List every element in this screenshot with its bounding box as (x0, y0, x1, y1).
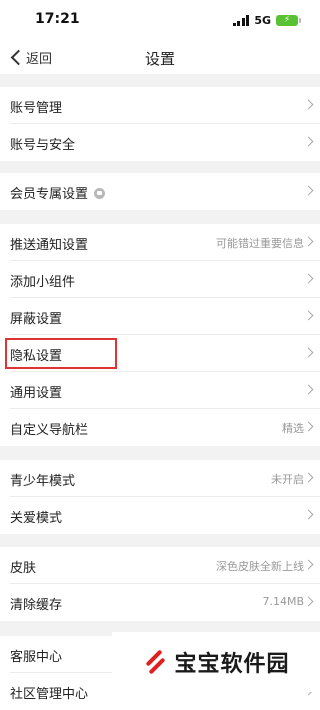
item-label: 通用设置 (10, 386, 63, 401)
item-label: 推送通知设置 (10, 238, 89, 253)
item-label: 清除缓存 (10, 598, 63, 613)
settings-item-custom-nav[interactable]: 自定义导航栏 精选 (0, 409, 320, 446)
item-label: 社区管理中心 (10, 687, 89, 702)
watermark: 宝宝软件园 (112, 632, 320, 692)
settings-item-skin[interactable]: 皮肤 深色皮肤全新上线 (0, 547, 320, 584)
item-label: 关爱模式 (10, 511, 63, 526)
settings-item-push-notifications[interactable]: 推送通知设置 可能错过重要信息 (0, 224, 320, 261)
settings-item-account-management[interactable]: 账号管理 (0, 87, 320, 124)
settings-item-block-settings[interactable]: 屏蔽设置 (0, 298, 320, 335)
chevron-right-icon (303, 310, 314, 321)
chevron-right-icon (303, 136, 314, 147)
settings-item-clear-cache[interactable]: 清除缓存 7.14MB (0, 584, 320, 621)
chevron-right-icon (303, 99, 314, 110)
watermark-text: 宝宝软件园 (174, 652, 290, 677)
item-label: 会员专属设置 (10, 183, 106, 202)
nav-bar: 返回 设置 (0, 40, 320, 74)
settings-item-account-security[interactable]: 账号与安全 (0, 124, 320, 161)
page-title: 设置 (144, 50, 175, 68)
chevron-right-icon (303, 236, 314, 247)
settings-item-care-mode[interactable]: 关爱模式 (0, 497, 320, 534)
battery-icon: ⚡ (276, 14, 301, 26)
chevron-right-icon (303, 472, 314, 483)
chevron-right-icon (303, 596, 314, 607)
item-label: 皮肤 (10, 561, 37, 576)
chevron-right-icon (303, 185, 314, 196)
settings-item-general[interactable]: 通用设置 (0, 372, 320, 409)
item-label: 账号管理 (10, 101, 63, 116)
chevron-right-icon (303, 559, 314, 570)
privacy-highlight-box (5, 338, 117, 369)
item-value: 7.14MB (262, 595, 304, 608)
item-label: 添加小组件 (10, 275, 76, 290)
item-value: 未开启 (271, 473, 304, 486)
watermark-logo-icon (142, 649, 166, 675)
item-label-text: 会员专属设置 (10, 187, 89, 202)
chevron-right-icon (303, 347, 314, 358)
chevron-right-icon (303, 509, 314, 520)
settings-item-teen-mode[interactable]: 青少年模式 未开启 (0, 460, 320, 497)
network-type: 5G (254, 13, 271, 27)
item-label: 屏蔽设置 (10, 312, 63, 327)
settings-item-member-settings[interactable]: 会员专属设置 (0, 173, 320, 210)
item-value: 可能错过重要信息 (216, 237, 304, 250)
item-value: 精选 (282, 422, 304, 435)
chevron-right-icon (303, 384, 314, 395)
settings-item-add-widget[interactable]: 添加小组件 (0, 261, 320, 298)
chevron-right-icon (303, 421, 314, 432)
item-label: 自定义导航栏 (10, 423, 89, 438)
member-badge-icon (94, 188, 106, 199)
status-icons: 5G ⚡ (232, 12, 301, 28)
item-label: 青少年模式 (10, 474, 76, 489)
signal-icon (232, 14, 250, 26)
item-label: 账号与安全 (10, 138, 76, 153)
status-time: 17:21 (35, 11, 80, 27)
item-label: 客服中心 (10, 650, 63, 665)
chevron-right-icon (303, 273, 314, 284)
status-bar: 17:21 5G ⚡ (0, 0, 320, 40)
item-value: 深色皮肤全新上线 (216, 560, 304, 573)
